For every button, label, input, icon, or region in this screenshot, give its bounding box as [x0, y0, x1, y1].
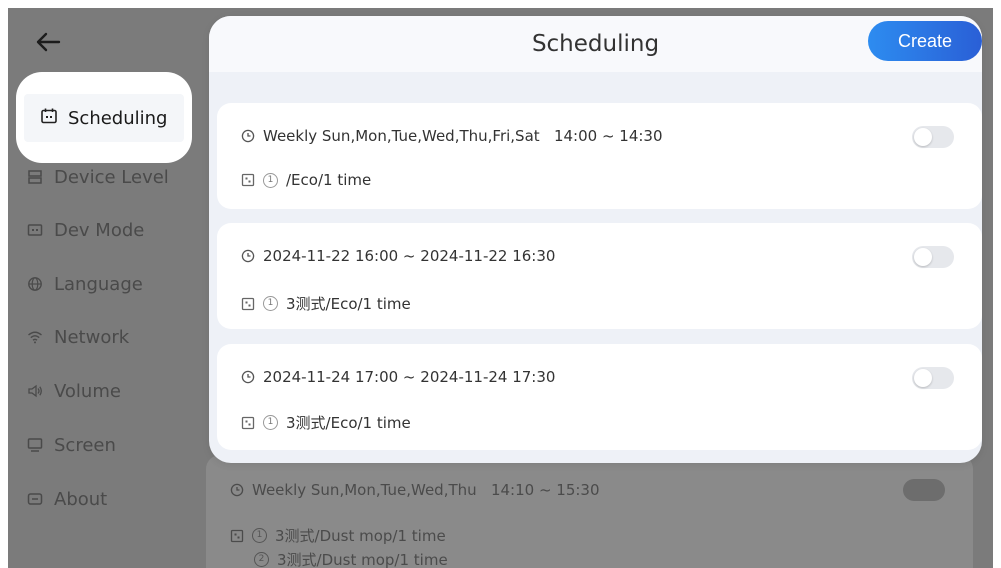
schedule-time-text: Weekly Sun,Mon,Tue,Wed,Thu 14:10 ~ 15:30	[252, 481, 600, 499]
schedule-task-text: /Eco/1 time	[286, 171, 372, 189]
sidebar-item-label: Dev Mode	[54, 219, 145, 241]
dev-mode-icon	[26, 221, 44, 239]
sidebar-item-dev-mode[interactable]: Dev Mode	[26, 210, 144, 250]
scheduling-modal: Scheduling Create Weekly Sun,Mon,Tue,Wed…	[209, 16, 982, 463]
sidebar-item-network[interactable]: Network	[26, 317, 129, 357]
toggle-knob	[914, 369, 932, 387]
background-schedule-card: Weekly Sun,Mon,Tue,Wed,Thu 14:10 ~ 15:30…	[206, 455, 973, 568]
sidebar-item-about[interactable]: About	[26, 479, 107, 519]
task-icon	[241, 173, 255, 187]
create-button[interactable]: Create	[868, 21, 982, 61]
schedule-time-row: 2024-11-24 17:00 ~ 2024-11-24 17:30	[241, 368, 555, 386]
level-icon	[26, 168, 44, 186]
speaker-icon	[26, 382, 44, 400]
sidebar-item-volume[interactable]: Volume	[26, 371, 121, 411]
sidebar: Scheduling Device Level Dev Mode Languag…	[8, 8, 208, 568]
schedule-card[interactable]: 2024-11-22 16:00 ~ 2024-11-22 16:30 1 3测…	[217, 223, 982, 329]
sidebar-item-label: Network	[54, 326, 130, 348]
wifi-icon	[26, 328, 44, 346]
schedule-time-row: Weekly Sun,Mon,Tue,Wed,Thu,Fri,Sat 14:00…	[241, 127, 663, 145]
task-number-badge: 2	[254, 552, 269, 567]
modal-title: Scheduling	[531, 31, 660, 57]
schedule-time-text: Weekly Sun,Mon,Tue,Wed,Thu,Fri,Sat 14:00…	[263, 127, 663, 145]
sidebar-item-screen[interactable]: Screen	[26, 425, 116, 465]
schedule-card[interactable]: 2024-11-24 17:00 ~ 2024-11-24 17:30 1 3测…	[217, 344, 982, 450]
sidebar-item-label: Scheduling	[68, 107, 168, 129]
toggle-knob	[914, 248, 932, 266]
info-icon	[26, 490, 44, 508]
schedule-task-text: 3测式/Eco/1 time	[286, 295, 411, 313]
globe-icon	[26, 275, 44, 293]
background-schedule-toggle	[903, 479, 945, 501]
sidebar-item-language[interactable]: Language	[26, 264, 143, 304]
sidebar-item-label: Device Level	[54, 166, 169, 188]
schedule-task-text: 3测式/Eco/1 time	[286, 414, 411, 432]
monitor-icon	[26, 436, 44, 454]
sidebar-active-highlight: Scheduling	[16, 72, 192, 163]
schedule-task-row: 1 3测式/Eco/1 time	[241, 412, 411, 433]
schedule-task-row: 1 /Eco/1 time	[241, 171, 371, 189]
schedule-time-text: 2024-11-22 16:00 ~ 2024-11-22 16:30	[263, 247, 556, 265]
task-number-badge: 1	[263, 172, 278, 188]
schedule-task-row: 1 3测式/Dust mop/1 time	[230, 525, 446, 546]
calendar-icon	[40, 107, 58, 130]
clock-icon	[230, 483, 244, 497]
sidebar-item-device-level[interactable]: Device Level	[26, 157, 169, 197]
schedule-task-text: 3测式/Dust mop/1 time	[275, 527, 446, 545]
sidebar-item-label: About	[54, 488, 108, 510]
sidebar-item-label: Volume	[54, 380, 121, 402]
sidebar-item-label: Screen	[54, 434, 116, 456]
screen-frame: Scheduling Device Level Dev Mode Languag…	[8, 8, 993, 568]
sidebar-item-label: Language	[54, 273, 143, 295]
task-icon	[230, 529, 244, 542]
task-icon	[241, 416, 255, 430]
schedule-toggle[interactable]	[912, 367, 954, 389]
schedule-time-row: Weekly Sun,Mon,Tue,Wed,Thu 14:10 ~ 15:30	[230, 481, 600, 499]
schedule-time-row: 2024-11-22 16:00 ~ 2024-11-22 16:30	[241, 247, 555, 265]
task-number-badge: 1	[252, 528, 267, 543]
task-number-badge: 1	[263, 415, 278, 430]
clock-icon	[241, 129, 255, 143]
schedule-toggle[interactable]	[912, 246, 954, 268]
task-icon	[241, 297, 255, 311]
task-number-badge: 1	[263, 296, 278, 311]
schedule-toggle[interactable]	[912, 126, 954, 148]
schedule-task-text: 3测式/Dust mop/1 time	[277, 551, 448, 568]
schedule-task-row: 1 3测式/Eco/1 time	[241, 293, 411, 314]
schedule-card[interactable]: Weekly Sun,Mon,Tue,Wed,Thu,Fri,Sat 14:00…	[217, 103, 982, 209]
schedule-task-row: 2 3测式/Dust mop/1 time	[254, 549, 448, 568]
toggle-knob	[914, 128, 932, 146]
schedule-time-text: 2024-11-24 17:00 ~ 2024-11-24 17:30	[263, 368, 556, 386]
clock-icon	[241, 249, 255, 263]
sidebar-item-scheduling[interactable]: Scheduling	[24, 94, 184, 142]
clock-icon	[241, 370, 255, 384]
